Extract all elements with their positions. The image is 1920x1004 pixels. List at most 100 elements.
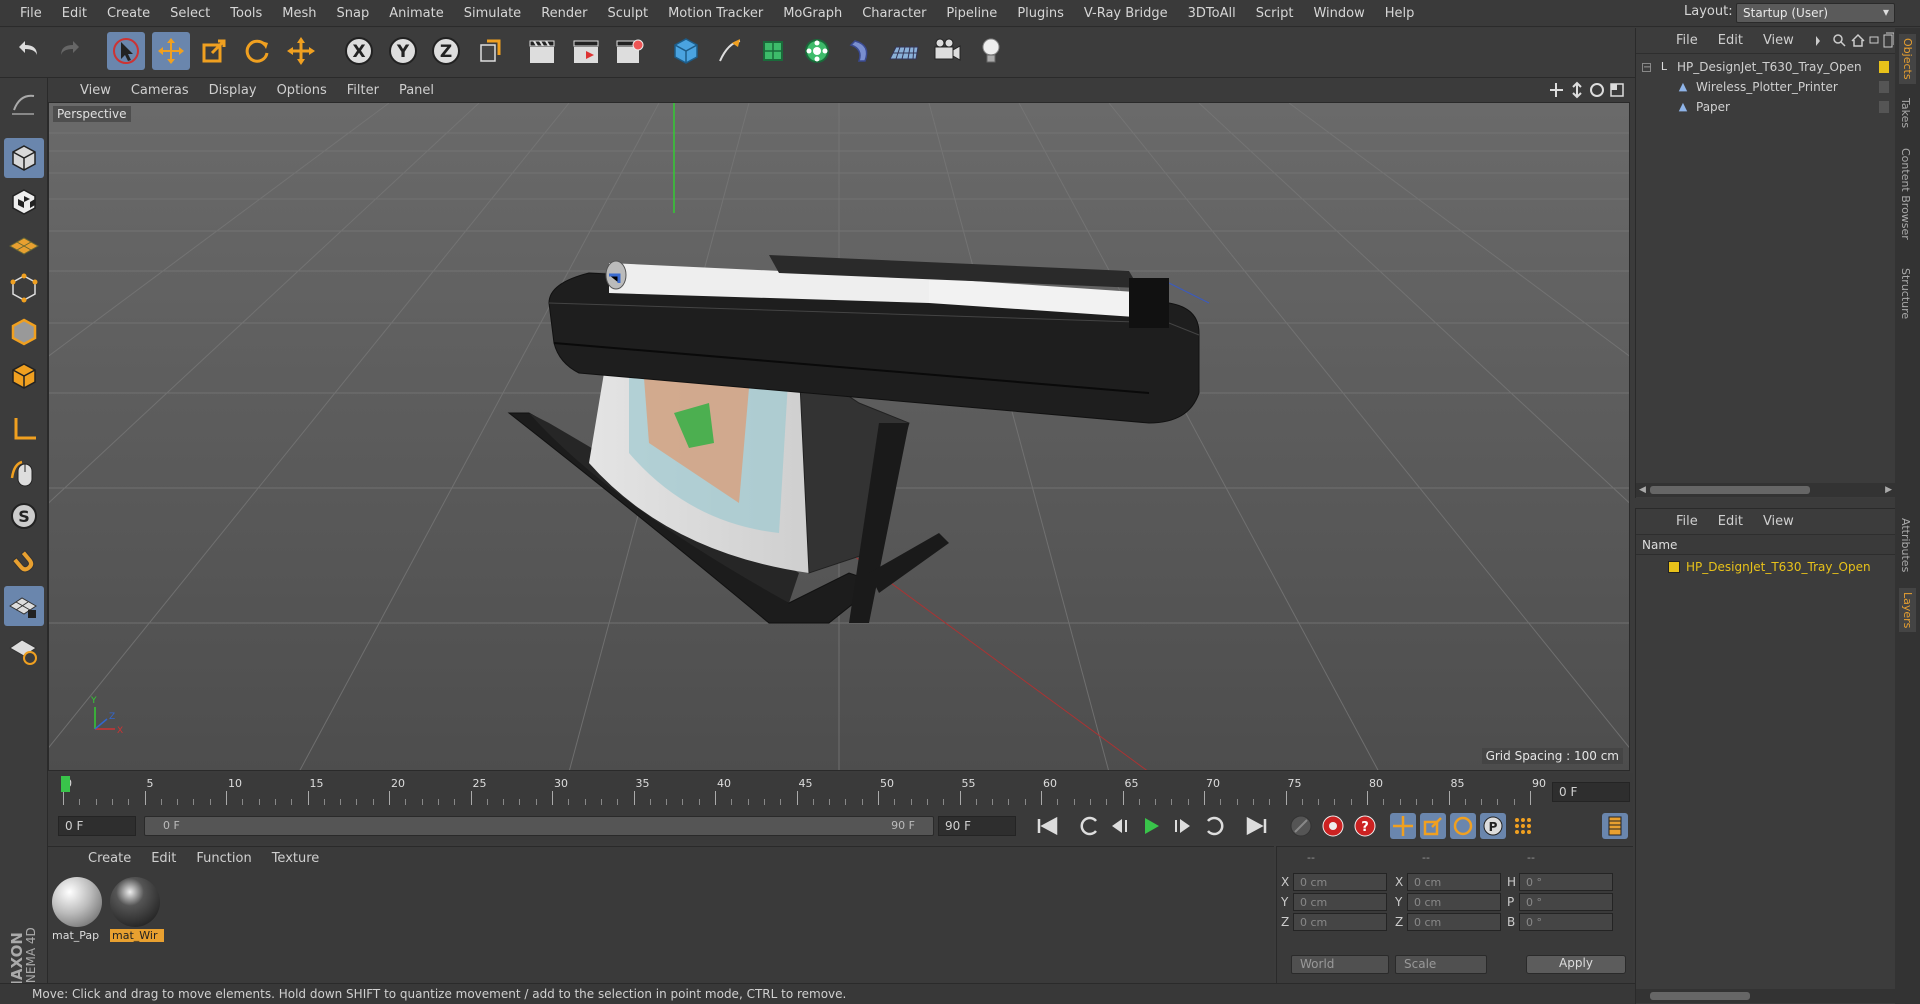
menu-animate[interactable]: Animate <box>379 6 453 21</box>
menu-select[interactable]: Select <box>160 6 220 21</box>
viewport-move-icon[interactable] <box>1549 83 1563 97</box>
object-layer-tag[interactable] <box>1879 61 1889 73</box>
material-swatch-wireless[interactable]: mat_Wir <box>110 877 164 947</box>
workplane-lock-button[interactable] <box>4 586 44 626</box>
goto-next-key-button[interactable] <box>1201 814 1229 838</box>
x-axis-lock-button[interactable]: X <box>340 32 378 70</box>
play-button[interactable] <box>1137 814 1165 838</box>
subdivision-surface-button[interactable] <box>754 32 792 70</box>
menu-character[interactable]: Character <box>852 6 936 21</box>
object-row[interactable]: − L HP_DesignJet_T630_Tray_Open <box>1636 57 1895 77</box>
camera-button[interactable] <box>928 32 966 70</box>
deformer-button[interactable] <box>842 32 880 70</box>
polygons-mode-button[interactable] <box>4 356 44 396</box>
z-axis-lock-button[interactable]: Z <box>427 32 465 70</box>
object-name[interactable]: Paper <box>1696 100 1730 114</box>
viewport-name-label[interactable]: Perspective <box>53 106 131 122</box>
key-parameter-button[interactable]: P <box>1480 813 1506 839</box>
goto-previous-key-button[interactable] <box>1075 814 1103 838</box>
menu-motion-tracker[interactable]: Motion Tracker <box>658 6 773 21</box>
tab-takes[interactable]: Takes <box>1899 98 1912 128</box>
cloner-button[interactable] <box>798 32 836 70</box>
menu-plugins[interactable]: Plugins <box>1007 6 1074 21</box>
layer-manager-hscrollbar[interactable] <box>1636 989 1895 1003</box>
menu-file[interactable]: File <box>10 6 52 21</box>
viewport-menu-cameras[interactable]: Cameras <box>121 83 199 98</box>
menu-v-ray-bridge[interactable]: V-Ray Bridge <box>1074 6 1178 21</box>
next-frame-button[interactable] <box>1169 814 1197 838</box>
previous-frame-button[interactable] <box>1105 814 1133 838</box>
viewport-maximize-icon[interactable] <box>1610 83 1624 97</box>
object-layer-tag[interactable] <box>1879 81 1889 93</box>
scroll-left-arrow-icon[interactable]: ◀ <box>1639 485 1646 495</box>
menu-help[interactable]: Help <box>1375 6 1425 21</box>
key-pla-button[interactable] <box>1510 813 1536 839</box>
layer-name-column-header[interactable]: Name <box>1636 535 1895 555</box>
last-tool-button[interactable] <box>282 32 320 70</box>
coord-value-field[interactable]: 0 cm <box>1407 893 1501 911</box>
material-menu-create[interactable]: Create <box>78 851 141 866</box>
pen-spline-button[interactable] <box>711 32 749 70</box>
tab-attributes[interactable]: Attributes <box>1899 518 1912 572</box>
light-button[interactable] <box>972 32 1010 70</box>
coord-value-field[interactable]: 0 cm <box>1407 913 1501 931</box>
scrollbar-thumb[interactable] <box>1650 486 1810 494</box>
layer-row[interactable]: HP_DesignJet_T630_Tray_Open <box>1636 557 1895 577</box>
undo-button[interactable] <box>8 32 46 70</box>
end-frame-field[interactable]: 90 F <box>938 816 1016 836</box>
timeline-ruler[interactable]: 051015202530354045505560657075808590 0 F <box>48 773 1633 808</box>
layer-color-swatch[interactable] <box>1668 561 1680 573</box>
material-menu-edit[interactable]: Edit <box>141 851 186 866</box>
viewport-menu-display[interactable]: Display <box>199 83 267 98</box>
scale-tool-button[interactable] <box>195 32 233 70</box>
layout-dropdown[interactable]: Startup (User) <box>1736 3 1895 23</box>
tab-structure[interactable]: Structure <box>1899 268 1912 319</box>
viewport-menu-filter[interactable]: Filter <box>337 83 389 98</box>
cube-object-button[interactable] <box>667 32 705 70</box>
menu-script[interactable]: Script <box>1246 6 1304 21</box>
timeline-window-button[interactable] <box>1602 813 1628 839</box>
render-view-button[interactable] <box>523 32 561 70</box>
object-manager-hscrollbar[interactable]: ◀ ▶ <box>1636 483 1895 497</box>
material-menu-texture[interactable]: Texture <box>262 851 330 866</box>
start-frame-field[interactable]: 0 F <box>58 816 136 836</box>
bookmark-icon[interactable] <box>1869 36 1879 44</box>
coordinate-space-dropdown[interactable]: World <box>1291 955 1389 974</box>
goto-end-button[interactable] <box>1243 814 1271 838</box>
record-active-objects-button[interactable] <box>1320 813 1346 839</box>
objects-menu-file[interactable]: File <box>1666 33 1708 48</box>
viewport-rotate-icon[interactable] <box>1590 83 1604 97</box>
solo-mode-button[interactable]: S <box>4 496 44 536</box>
key-position-button[interactable] <box>1390 813 1416 839</box>
object-name[interactable]: HP_DesignJet_T630_Tray_Open <box>1677 60 1862 74</box>
new-view-icon[interactable] <box>1883 32 1895 48</box>
menu-edit[interactable]: Edit <box>52 6 97 21</box>
objects-menu-edit[interactable]: Edit <box>1708 33 1753 48</box>
tab-content-browser[interactable]: Content Browser <box>1899 148 1912 240</box>
edges-mode-button[interactable] <box>4 312 44 352</box>
coord-value-field[interactable]: 0 cm <box>1293 893 1387 911</box>
menu-sculpt[interactable]: Sculpt <box>597 6 658 21</box>
points-mode-button[interactable] <box>4 268 44 308</box>
render-settings-button[interactable] <box>610 32 648 70</box>
autokeying-button[interactable]: ? <box>1352 813 1378 839</box>
collapse-toggle-icon[interactable]: − <box>1642 62 1651 72</box>
objects-menu-view[interactable]: View <box>1753 33 1804 48</box>
render-to-picture-viewer-button[interactable] <box>567 32 605 70</box>
coord-value-field[interactable]: 0 cm <box>1293 913 1387 931</box>
menu-simulate[interactable]: Simulate <box>454 6 531 21</box>
live-selection-button[interactable] <box>107 32 145 70</box>
tab-objects[interactable]: Objects <box>1899 34 1916 84</box>
playhead[interactable] <box>61 776 70 792</box>
key-rotation-button[interactable] <box>1450 813 1476 839</box>
record-keys-disabled-button[interactable] <box>1288 813 1314 839</box>
apply-button[interactable]: Apply <box>1526 955 1626 974</box>
coord-value-field[interactable]: 0 cm <box>1407 873 1501 891</box>
floor-environment-button[interactable] <box>885 32 923 70</box>
scroll-right-arrow-icon[interactable]: ▶ <box>1885 485 1892 495</box>
viewport-menu-view[interactable]: View <box>70 83 121 98</box>
layers-menu-file[interactable]: File <box>1666 514 1708 529</box>
layers-menu-edit[interactable]: Edit <box>1708 514 1753 529</box>
rotate-tool-button[interactable] <box>238 32 276 70</box>
layers-menu-view[interactable]: View <box>1753 514 1804 529</box>
